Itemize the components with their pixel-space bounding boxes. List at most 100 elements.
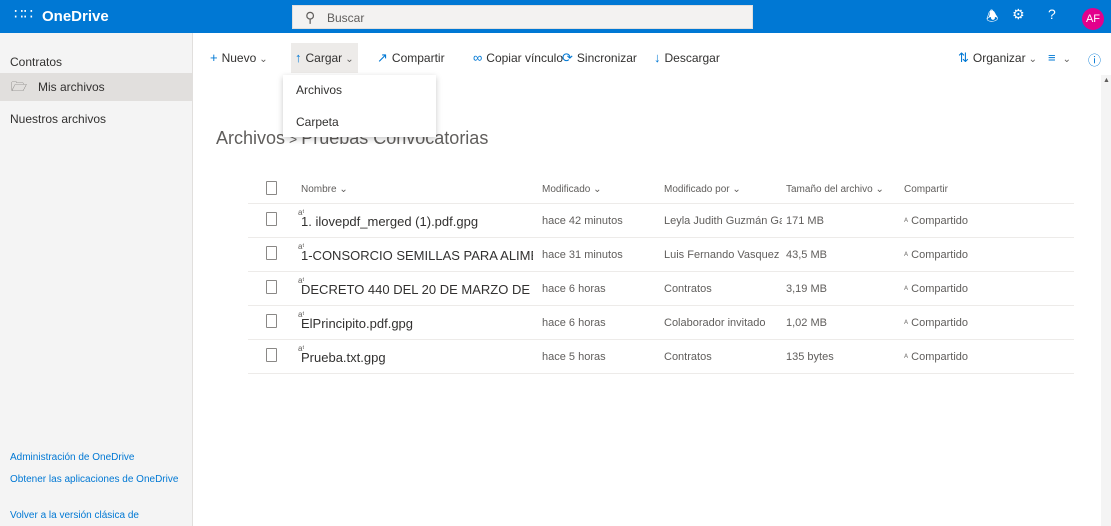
view-options-button[interactable]: ≡ ⌄	[1048, 50, 1071, 65]
file-name[interactable]: 1. ilovepdf_merged (1).pdf.gpg	[301, 214, 521, 229]
admin-link[interactable]: Administración de OneDrive	[10, 452, 180, 463]
copy-link-button[interactable]: ∞ Copiar vínculo	[473, 50, 563, 65]
file-sharing-label: Compartido	[911, 283, 968, 295]
vertical-scrollbar[interactable]: ▲	[1101, 75, 1111, 526]
column-name[interactable]: Nombre ⌄	[301, 184, 348, 195]
link-icon: ∞	[473, 50, 483, 65]
get-apps-link[interactable]: Obtener las aplicaciones de OneDrive	[10, 474, 180, 485]
file-sharing-label: Compartido	[911, 215, 968, 227]
sort-label: Organizar	[972, 51, 1026, 65]
app-launcher-icon[interactable]: ∷∷	[14, 7, 33, 23]
sidebar-item-mis-archivos[interactable]: 🗁 Mis archivos	[0, 73, 193, 101]
chevron-down-icon: ⌄	[345, 54, 354, 65]
download-button[interactable]: ↓ Descargar	[654, 50, 720, 65]
chevron-down-icon: ⌄	[1062, 54, 1071, 65]
file-modified-by: Contratos	[664, 351, 712, 363]
file-name[interactable]: 1-CONSORCIO SEMILLAS PARA ALIMENTA...	[301, 248, 533, 263]
scroll-up-icon[interactable]: ▲	[1103, 77, 1110, 84]
chevron-down-icon: ⌄	[1028, 54, 1037, 65]
upload-button[interactable]: ↑ Cargar ⌄	[291, 43, 358, 73]
sort-icon: ⇅	[958, 50, 969, 65]
column-modified-label: Modificado	[542, 184, 591, 195]
file-sharing[interactable]: ᴬ Compartido	[904, 215, 968, 227]
command-bar: + Nuevo ⌄ ↑ Cargar ⌄ ↗ Compartir ∞ Copiar vínc…	[194, 41, 1111, 75]
file-sharing-label: Compartido	[911, 249, 968, 261]
app-name[interactable]: OneDrive	[42, 8, 109, 25]
file-type-icon[interactable]	[266, 181, 277, 195]
file-sharing[interactable]: ᴬ Compartido	[904, 249, 968, 261]
people-icon: ᴬ	[904, 284, 909, 294]
column-modified-by-label: Modificado por	[664, 184, 730, 195]
help-icon[interactable]: ?	[1048, 6, 1056, 22]
file-modified-by: Contratos	[664, 283, 712, 295]
file-sharing[interactable]: ᴬ Compartido	[904, 283, 968, 295]
sync-button[interactable]: ⟳ Sincronizar	[562, 50, 637, 66]
column-sharing[interactable]: Compartir	[904, 184, 948, 195]
share-icon: ↗	[377, 50, 388, 65]
file-icon	[266, 348, 277, 362]
column-modified[interactable]: Modificado ⌄	[542, 184, 602, 195]
file-icon	[266, 314, 277, 328]
people-icon: ᴬ	[904, 250, 909, 260]
menu-item-folder[interactable]: Carpeta	[296, 115, 339, 129]
search-input[interactable]: ⚲ Buscar	[292, 5, 753, 29]
sync-icon: ⟳	[562, 50, 573, 65]
info-icon: ⓘ	[1088, 53, 1102, 68]
folder-icon: 🗁	[11, 79, 28, 94]
table-row[interactable]: aᵗ 1-CONSORCIO SEMILLAS PARA ALIMENTA...…	[248, 238, 1074, 272]
file-modified: hace 42 minutos	[542, 215, 623, 227]
file-modified: hace 6 horas	[542, 317, 606, 329]
copy-link-label: Copiar vínculo	[486, 51, 563, 65]
file-size: 135 bytes	[786, 351, 834, 363]
share-button[interactable]: ↗ Compartir	[377, 50, 445, 66]
file-name[interactable]: ElPrincipito.pdf.gpg	[301, 316, 521, 331]
table-row[interactable]: aᵗ ElPrincipito.pdf.gpg hace 6 horas Col…	[248, 306, 1074, 340]
people-icon: ᴬ	[904, 318, 909, 328]
file-icon	[266, 212, 277, 226]
classic-version-link[interactable]: Volver a la versión clásica de	[10, 510, 180, 521]
share-label: Compartir	[391, 51, 445, 65]
plus-icon: +	[210, 50, 218, 65]
sort-button[interactable]: ⇅ Organizar ⌄	[958, 50, 1037, 66]
file-name[interactable]: DECRETO 440 DEL 20 DE MARZO DE 2020....	[301, 282, 533, 297]
breadcrumb-root[interactable]: Archivos	[216, 128, 285, 148]
file-size: 43,5 MB	[786, 249, 827, 261]
sidebar-item-nuestros-archivos[interactable]: Nuestros archivos	[0, 105, 193, 133]
sidebar-item-label: Nuestros archivos	[10, 112, 107, 126]
sidebar: Contratos 🗁 Mis archivos Nuestros archiv…	[0, 33, 193, 526]
file-size: 1,02 MB	[786, 317, 827, 329]
file-modified-by: Colaborador invitado	[664, 317, 766, 329]
file-size: 171 MB	[786, 215, 824, 227]
search-icon: ⚲	[305, 9, 316, 25]
file-size: 3,19 MB	[786, 283, 827, 295]
info-button[interactable]: ⓘ	[1088, 50, 1105, 69]
table-header: Nombre ⌄ Modificado ⌄ Modificado por ⌄ T…	[248, 172, 1074, 204]
new-button[interactable]: + Nuevo ⌄	[210, 50, 268, 65]
menu-item-files[interactable]: Archivos	[296, 83, 342, 97]
column-modified-by[interactable]: Modificado por ⌄	[664, 184, 741, 195]
avatar[interactable]: AF	[1082, 8, 1104, 30]
top-bar: ∷∷ OneDrive ⚲ Buscar 🕭 ⚙ ? AF	[0, 0, 1111, 33]
file-sharing-label: Compartido	[911, 317, 968, 329]
chevron-down-icon: ⌄	[259, 54, 268, 65]
search-placeholder: Buscar	[327, 11, 365, 25]
column-name-label: Nombre	[301, 184, 337, 195]
file-sharing[interactable]: ᴬ Compartido	[904, 317, 968, 329]
column-size-label: Tamaño del archivo	[786, 184, 873, 195]
table-row[interactable]: aᵗ DECRETO 440 DEL 20 DE MARZO DE 2020..…	[248, 272, 1074, 306]
table-row[interactable]: aᵗ Prueba.txt.gpg hace 5 horas Contratos…	[248, 340, 1074, 374]
new-label: Nuevo	[221, 51, 257, 65]
sync-label: Sincronizar	[576, 51, 637, 65]
gear-icon[interactable]: ⚙	[1012, 6, 1025, 23]
sidebar-item-label: Mis archivos	[38, 80, 105, 94]
bell-icon[interactable]: 🕭	[986, 6, 999, 30]
upload-menu: Archivos Carpeta	[283, 75, 436, 137]
download-icon: ↓	[654, 50, 661, 65]
list-view-icon: ≡	[1048, 50, 1056, 65]
people-icon: ᴬ	[904, 216, 909, 226]
file-sharing[interactable]: ᴬ Compartido	[904, 351, 968, 363]
file-name[interactable]: Prueba.txt.gpg	[301, 350, 521, 365]
column-size[interactable]: Tamaño del archivo ⌄	[786, 184, 884, 195]
file-sharing-label: Compartido	[911, 351, 968, 363]
table-row[interactable]: aᵗ 1. ilovepdf_merged (1).pdf.gpg hace 4…	[248, 204, 1074, 238]
